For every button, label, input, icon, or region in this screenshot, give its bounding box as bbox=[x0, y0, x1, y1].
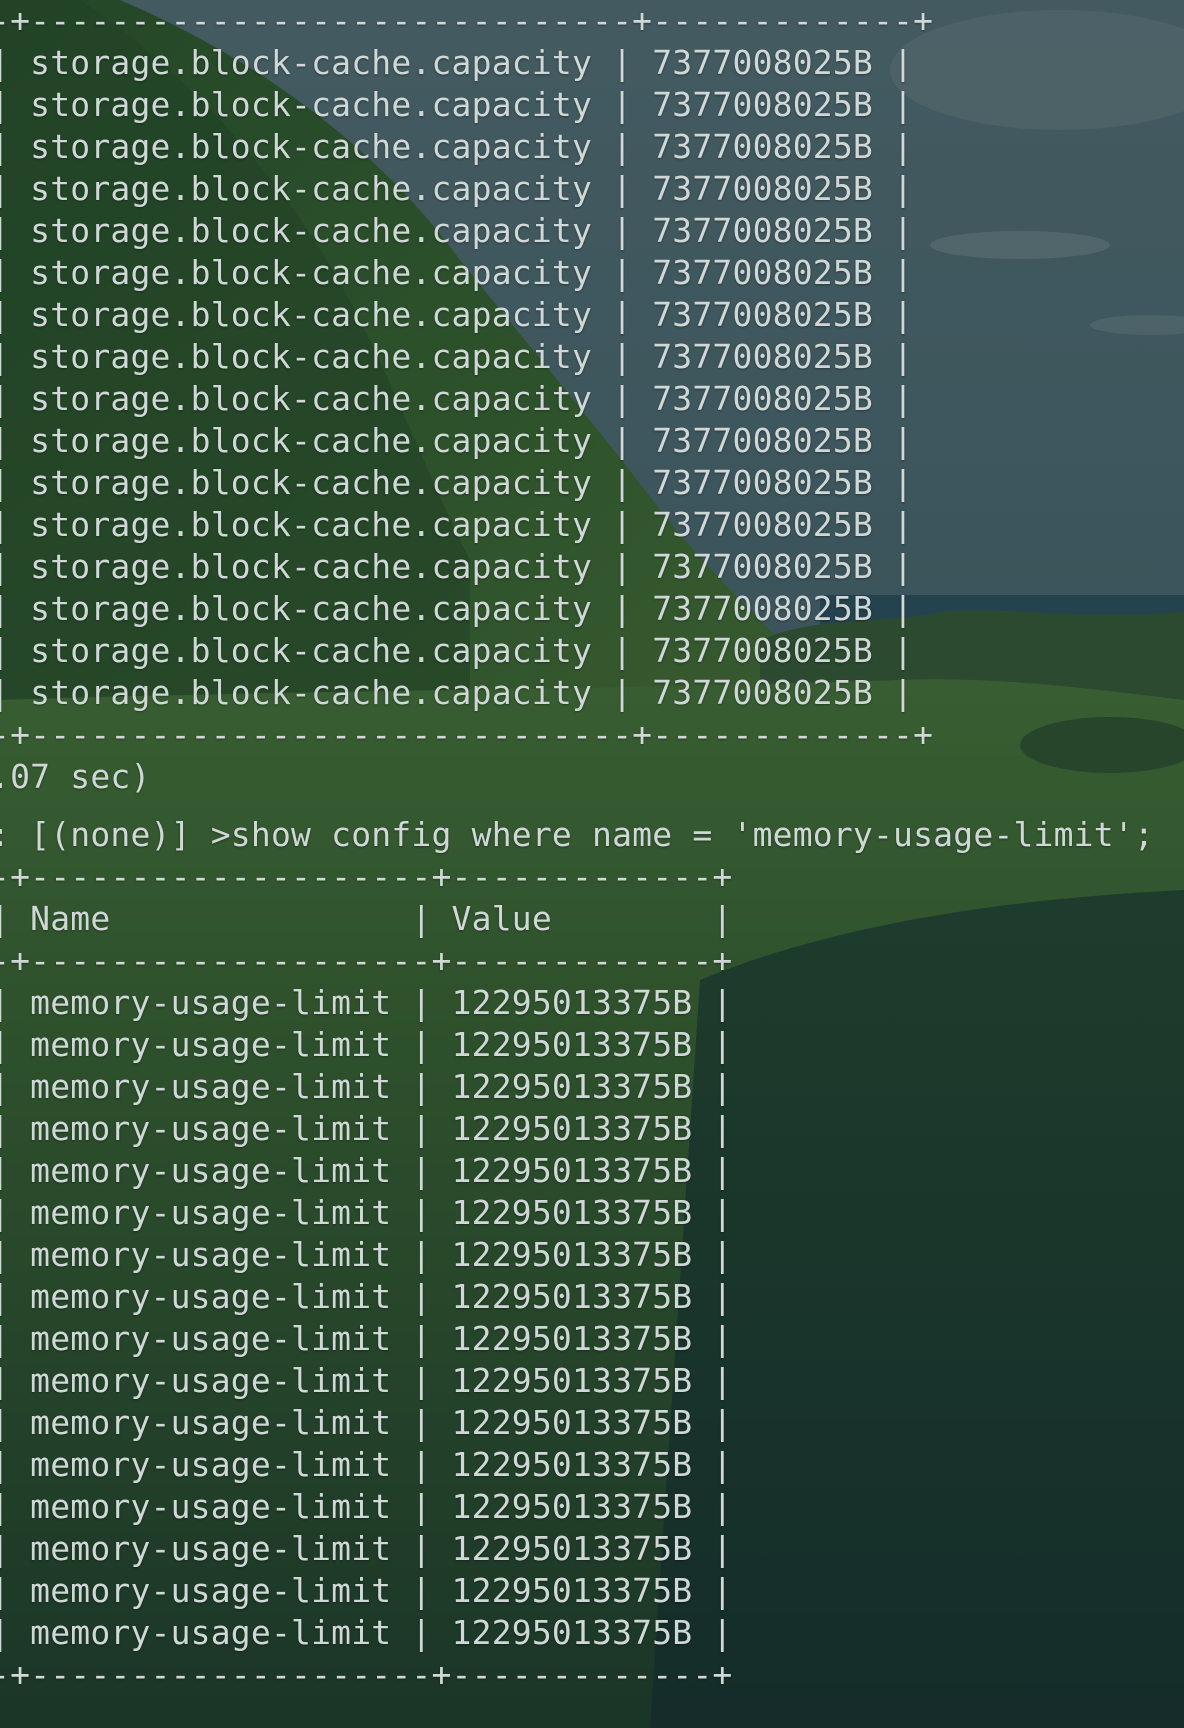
table-border: -+------------------------------+-------… bbox=[0, 715, 934, 754]
table-row: | memory-usage-limit | 12295013375B | bbox=[0, 1067, 733, 1106]
command-prompt: : [(none)] >show config where name = 'me… bbox=[0, 815, 1154, 854]
terminal-output: -+------------------------------+-------… bbox=[0, 0, 1154, 1696]
table-row: | storage.block-cache.capacity | 7377008… bbox=[0, 337, 914, 376]
table-row: | storage.block-cache.capacity | 7377008… bbox=[0, 211, 914, 250]
table-row: | memory-usage-limit | 12295013375B | bbox=[0, 983, 733, 1022]
line-spacer bbox=[0, 798, 1154, 814]
table-border: -+------------------------------+-------… bbox=[0, 1, 934, 40]
terminal-window[interactable]: -+------------------------------+-------… bbox=[0, 0, 1184, 1728]
table-row: | memory-usage-limit | 12295013375B | bbox=[0, 1235, 733, 1274]
table-border: -+--------------------+-------------+ bbox=[0, 941, 733, 980]
table-row: | memory-usage-limit | 12295013375B | bbox=[0, 1277, 733, 1316]
table-row: | storage.block-cache.capacity | 7377008… bbox=[0, 253, 914, 292]
table-row: | memory-usage-limit | 12295013375B | bbox=[0, 1403, 733, 1442]
table-border: -+--------------------+-------------+ bbox=[0, 857, 733, 896]
table-row: | memory-usage-limit | 12295013375B | bbox=[0, 1319, 733, 1358]
table-row: | storage.block-cache.capacity | 7377008… bbox=[0, 295, 914, 334]
table-row: | memory-usage-limit | 12295013375B | bbox=[0, 1529, 733, 1568]
table-row: | storage.block-cache.capacity | 7377008… bbox=[0, 463, 914, 502]
table-header-row: | Name | Value | bbox=[0, 899, 733, 938]
table-row: | memory-usage-limit | 12295013375B | bbox=[0, 1487, 733, 1526]
query-timing: .07 sec) bbox=[0, 757, 151, 796]
table-row: | memory-usage-limit | 12295013375B | bbox=[0, 1445, 733, 1484]
table-row: | memory-usage-limit | 12295013375B | bbox=[0, 1571, 733, 1610]
table-row: | storage.block-cache.capacity | 7377008… bbox=[0, 379, 914, 418]
table-row: | memory-usage-limit | 12295013375B | bbox=[0, 1613, 733, 1652]
table-row: | storage.block-cache.capacity | 7377008… bbox=[0, 547, 914, 586]
table-row: | storage.block-cache.capacity | 7377008… bbox=[0, 127, 914, 166]
table-row: | memory-usage-limit | 12295013375B | bbox=[0, 1193, 733, 1232]
table-row: | memory-usage-limit | 12295013375B | bbox=[0, 1109, 733, 1148]
table-row: | storage.block-cache.capacity | 7377008… bbox=[0, 85, 914, 124]
table-border: -+--------------------+-------------+ bbox=[0, 1655, 733, 1694]
table-row: | storage.block-cache.capacity | 7377008… bbox=[0, 631, 914, 670]
table-row: | storage.block-cache.capacity | 7377008… bbox=[0, 43, 914, 82]
table-row: | storage.block-cache.capacity | 7377008… bbox=[0, 589, 914, 628]
table-row: | storage.block-cache.capacity | 7377008… bbox=[0, 673, 914, 712]
table-row: | memory-usage-limit | 12295013375B | bbox=[0, 1151, 733, 1190]
table-row: | storage.block-cache.capacity | 7377008… bbox=[0, 421, 914, 460]
table-row: | memory-usage-limit | 12295013375B | bbox=[0, 1025, 733, 1064]
table-row: | storage.block-cache.capacity | 7377008… bbox=[0, 169, 914, 208]
table-row: | storage.block-cache.capacity | 7377008… bbox=[0, 505, 914, 544]
table-row: | memory-usage-limit | 12295013375B | bbox=[0, 1361, 733, 1400]
